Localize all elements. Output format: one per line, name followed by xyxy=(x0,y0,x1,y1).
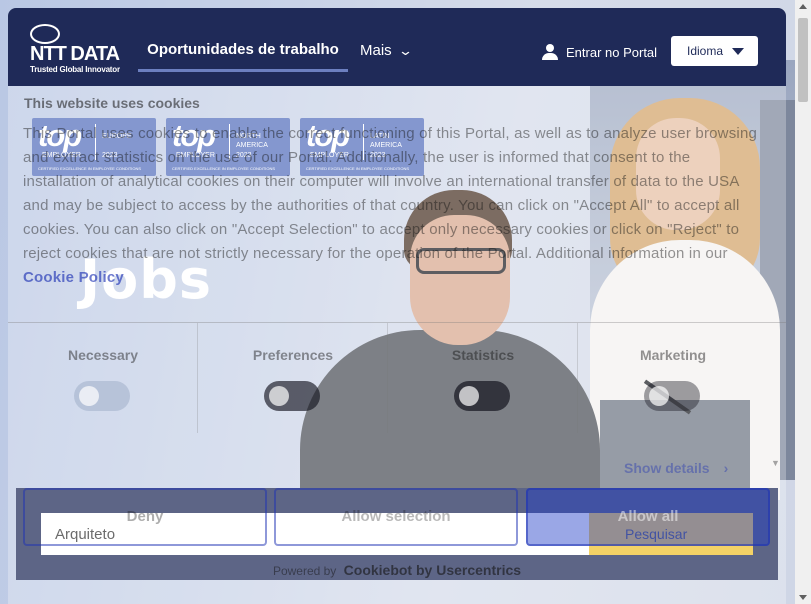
cookiebot-brand-link[interactable]: Cookiebot by Usercentrics xyxy=(344,562,521,578)
cookie-category-statistics: Statistics xyxy=(388,323,578,433)
cookie-body-text: This Portal uses cookies to enable the c… xyxy=(23,125,758,262)
ntt-data-logo[interactable]: NTT DATA Trusted Global Innovator xyxy=(30,24,140,74)
cookie-category-label: Preferences xyxy=(252,347,334,363)
language-label: Idioma xyxy=(687,44,724,58)
globe-logo-icon xyxy=(30,24,60,44)
login-link[interactable]: Entrar no Portal xyxy=(542,41,657,65)
allow-selection-button[interactable]: Allow selection xyxy=(274,488,518,546)
cookie-category-label: Statistics xyxy=(451,347,515,363)
cookie-dialog-title: This website uses cookies xyxy=(24,95,200,111)
cookie-consent-dialog: This website uses cookies This Portal us… xyxy=(8,86,786,604)
cookie-category-label: Necessary xyxy=(67,347,139,363)
language-dropdown[interactable]: Idioma xyxy=(671,36,758,66)
nav-item-more[interactable]: Mais ⌄ xyxy=(360,30,413,72)
marketing-toggle[interactable] xyxy=(644,381,700,411)
page-scrollbar[interactable] xyxy=(795,0,811,604)
statistics-toggle[interactable] xyxy=(454,381,510,411)
necessary-toggle[interactable] xyxy=(74,381,130,411)
cookie-category-label: Marketing xyxy=(639,347,707,363)
chevron-right-icon: › xyxy=(723,460,729,476)
nav-item-jobs-label: Oportunidades de trabalho xyxy=(147,41,339,58)
allow-all-button[interactable]: Allow all xyxy=(526,488,770,546)
scroll-down-arrow-icon[interactable]: ▼ xyxy=(771,458,780,468)
cookie-category-preferences: Preferences xyxy=(198,323,388,433)
cookie-policy-link[interactable]: Cookie Policy xyxy=(23,269,124,286)
caret-down-icon xyxy=(732,48,744,55)
logo-tagline: Trusted Global Innovator xyxy=(30,65,120,74)
cookie-category-necessary: Necessary xyxy=(8,323,198,433)
browser-viewport: NTT DATA Trusted Global Innovator Oportu… xyxy=(0,0,811,604)
logo-wordmark: NTT DATA xyxy=(30,43,120,65)
user-icon xyxy=(542,43,558,60)
toggle-knob xyxy=(459,386,479,406)
toggle-knob xyxy=(269,386,289,406)
scroll-up-icon[interactable] xyxy=(799,4,807,9)
scrollbar-thumb[interactable] xyxy=(798,18,808,102)
toggle-knob xyxy=(649,386,669,406)
chevron-down-icon: ⌄ xyxy=(397,43,413,58)
nav-item-more-label: Mais xyxy=(360,42,392,59)
show-details-label: Show details xyxy=(624,460,710,476)
show-details-link[interactable]: Show details › xyxy=(624,460,728,476)
powered-by-label: Powered by xyxy=(272,564,337,578)
deny-button[interactable]: Deny xyxy=(23,488,267,546)
login-label: Entrar no Portal xyxy=(566,45,658,60)
cookie-dialog-body: This Portal uses cookies to enable the c… xyxy=(23,122,763,290)
cookie-category-marketing: Marketing xyxy=(578,323,768,433)
preferences-toggle[interactable] xyxy=(264,381,320,411)
powered-by: Powered by Cookiebot by Usercentrics xyxy=(8,562,786,578)
scroll-down-icon[interactable] xyxy=(799,595,807,600)
nav-item-jobs[interactable]: Oportunidades de trabalho xyxy=(138,30,348,72)
toggle-knob xyxy=(79,386,99,406)
site-header: NTT DATA Trusted Global Innovator Oportu… xyxy=(8,8,786,86)
